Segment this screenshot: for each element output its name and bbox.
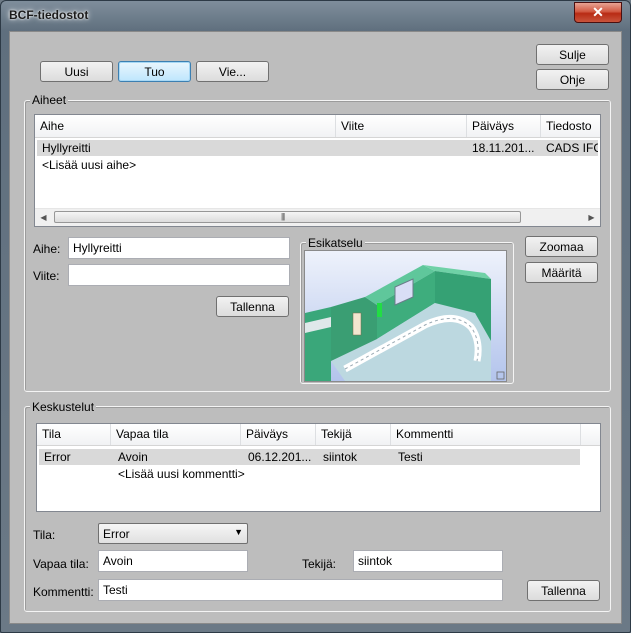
topic-cell-file: CADS IFC.i bbox=[546, 141, 598, 155]
comment-cell-author: siintok bbox=[323, 450, 358, 464]
chevron-down-icon: ▼ bbox=[234, 527, 243, 537]
reference-label: Viite: bbox=[33, 269, 60, 283]
status-dropdown[interactable]: Error ▼ bbox=[98, 523, 248, 544]
preview-group-label: Esikatselu bbox=[306, 236, 365, 250]
comment-label: Kommentti: bbox=[33, 585, 94, 599]
window-title: BCF-tiedostot bbox=[9, 8, 89, 22]
title-bar[interactable]: BCF-tiedostot ✕ bbox=[1, 1, 630, 31]
subject-input[interactable]: Hyllyreitti bbox=[68, 237, 290, 259]
bcf-files-window: BCF-tiedostot ✕ Uusi Tuo Vie... Sulje Oh… bbox=[0, 0, 631, 633]
topics-horizontal-scrollbar[interactable]: ◀ ||| ▶ bbox=[35, 208, 600, 226]
export-button[interactable]: Vie... bbox=[196, 61, 269, 82]
comment-save-button[interactable]: Tallenna bbox=[527, 580, 600, 601]
comment-row[interactable]: Error Avoin 06.12.201... siintok Testi bbox=[39, 449, 580, 465]
topic-cell-date: 18.11.201... bbox=[472, 141, 535, 155]
status-label: Tila: bbox=[33, 528, 56, 542]
author-label: Tekijä: bbox=[302, 557, 337, 571]
topic-cell-subject: Hyllyreitti bbox=[42, 141, 91, 155]
comment-input[interactable]: Testi bbox=[98, 579, 503, 601]
free-status-input[interactable]: Avoin bbox=[98, 550, 248, 572]
discussions-group-label: Keskustelut bbox=[30, 400, 97, 414]
column-header-author[interactable]: Tekijä bbox=[316, 424, 391, 445]
topics-list-header: Aihe Viite Päiväys Tiedosto bbox=[35, 115, 600, 138]
comments-list[interactable]: Tila Vapaa tila Päiväys Tekijä Kommentti… bbox=[36, 423, 601, 512]
import-button[interactable]: Tuo bbox=[118, 61, 191, 82]
topic-save-button[interactable]: Tallenna bbox=[216, 296, 289, 317]
new-button[interactable]: Uusi bbox=[40, 61, 113, 82]
preview-image[interactable] bbox=[304, 250, 507, 382]
zoom-button[interactable]: Zoomaa bbox=[525, 236, 598, 257]
scroll-left-arrow-icon[interactable]: ◀ bbox=[35, 209, 52, 226]
column-header-file[interactable]: Tiedosto bbox=[541, 115, 600, 137]
author-input[interactable]: siintok bbox=[353, 550, 503, 572]
comment-cell-comment: Testi bbox=[398, 450, 423, 464]
scroll-grip-icon: ||| bbox=[281, 212, 285, 221]
add-new-topic-label: <Lisää uusi aihe> bbox=[42, 158, 137, 172]
comment-cell-free-status: Avoin bbox=[118, 450, 148, 464]
scroll-right-arrow-icon[interactable]: ▶ bbox=[583, 209, 600, 226]
status-dropdown-value: Error bbox=[103, 527, 130, 541]
column-header-comment-date[interactable]: Päiväys bbox=[241, 424, 316, 445]
comment-cell-date: 06.12.201... bbox=[248, 450, 312, 464]
topic-row[interactable]: Hyllyreitti 18.11.201... CADS IFC.i bbox=[37, 140, 598, 156]
close-dialog-button[interactable]: Sulje bbox=[536, 44, 609, 65]
column-header-date[interactable]: Päiväys bbox=[467, 115, 541, 137]
column-header-comment[interactable]: Kommentti bbox=[391, 424, 581, 445]
subject-label: Aihe: bbox=[33, 242, 61, 256]
comments-list-header: Tila Vapaa tila Päiväys Tekijä Kommentti bbox=[37, 424, 600, 446]
column-header-status[interactable]: Tila bbox=[37, 424, 111, 445]
add-new-comment-row[interactable]: <Lisää uusi kommentti> bbox=[113, 466, 413, 482]
topics-group-label: Aiheet bbox=[30, 93, 69, 107]
column-header-reference[interactable]: Viite bbox=[336, 115, 467, 137]
reference-input[interactable] bbox=[68, 264, 290, 286]
column-header-topic[interactable]: Aihe bbox=[35, 115, 336, 137]
dialog-client-area: Uusi Tuo Vie... Sulje Ohje Aiheet Aihe V… bbox=[9, 31, 622, 624]
topics-list[interactable]: Aihe Viite Päiväys Tiedosto Hyllyreitti … bbox=[34, 114, 601, 227]
window-close-button[interactable]: ✕ bbox=[574, 2, 622, 23]
comment-cell-status: Error bbox=[44, 450, 71, 464]
define-button[interactable]: Määritä bbox=[525, 262, 598, 283]
help-button[interactable]: Ohje bbox=[536, 69, 609, 90]
free-status-label: Vapaa tila: bbox=[33, 557, 89, 571]
add-new-topic-row[interactable]: <Lisää uusi aihe> bbox=[37, 157, 598, 173]
add-new-comment-label: <Lisää uusi kommentti> bbox=[118, 467, 245, 481]
3d-model-preview bbox=[305, 251, 506, 381]
column-header-free-status[interactable]: Vapaa tila bbox=[111, 424, 241, 445]
scrollbar-thumb[interactable]: ||| bbox=[54, 211, 521, 223]
